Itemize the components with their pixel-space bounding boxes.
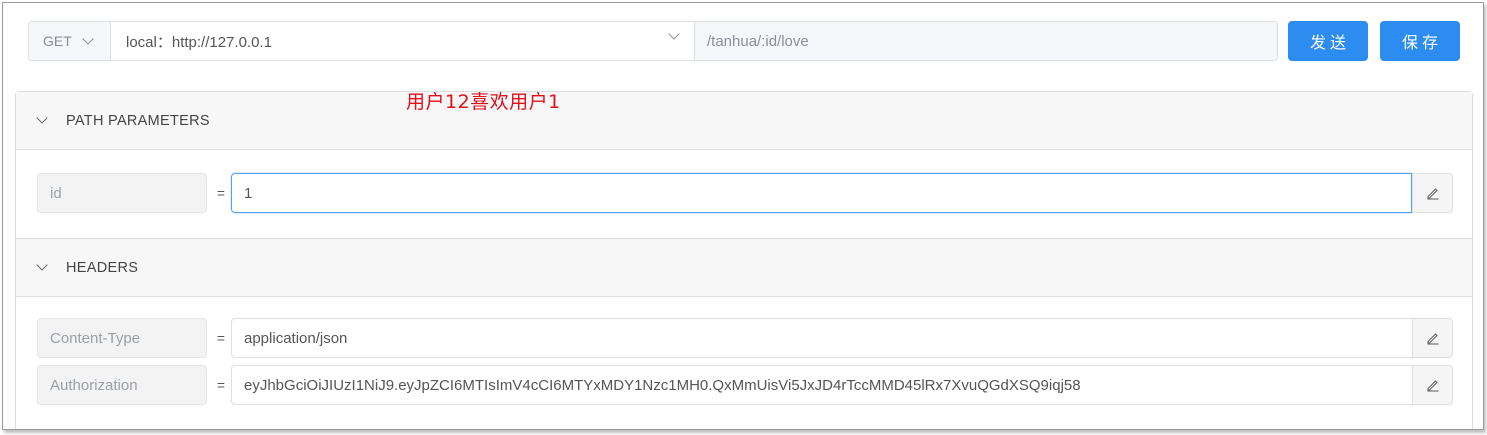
equals-sign: = bbox=[216, 330, 226, 346]
method-select[interactable]: GET bbox=[29, 22, 111, 60]
environment-label: local：http://127.0.0.1 bbox=[126, 33, 272, 51]
api-request-window: GET local：http://127.0.0.1 /tanhua/:id/l… bbox=[2, 2, 1484, 430]
url-bar: GET local：http://127.0.0.1 /tanhua/:id/l… bbox=[28, 21, 1278, 61]
path-parameters-header[interactable]: PATH PARAMETERS bbox=[16, 92, 1472, 150]
chevron-down-icon bbox=[36, 259, 48, 271]
header-row: Authorization = eyJhbGciOiJIUzI1NiJ9.eyJ… bbox=[37, 365, 1453, 405]
param-key-field[interactable]: id bbox=[37, 173, 207, 213]
path-input[interactable]: /tanhua/:id/love bbox=[695, 22, 1277, 60]
pencil-icon bbox=[1426, 380, 1438, 392]
save-button[interactable]: 保存 bbox=[1380, 21, 1460, 61]
param-value-input[interactable]: 1 bbox=[231, 173, 1412, 213]
chevron-down-icon bbox=[668, 28, 680, 40]
environment-select[interactable]: local：http://127.0.0.1 bbox=[111, 22, 695, 60]
panel-title: HEADERS bbox=[66, 259, 139, 276]
headers-header[interactable]: HEADERS bbox=[16, 239, 1472, 297]
chevron-down-icon bbox=[82, 33, 94, 45]
panel-title: PATH PARAMETERS bbox=[66, 112, 210, 129]
path-parameters-panel: PATH PARAMETERS id = 1 bbox=[15, 91, 1473, 239]
param-row: id = 1 bbox=[37, 173, 1453, 213]
pencil-icon bbox=[1426, 188, 1438, 200]
header-row: Content-Type = application/json bbox=[37, 318, 1453, 358]
headers-panel: HEADERS Content-Type = application/json … bbox=[15, 238, 1473, 429]
edit-button[interactable] bbox=[1412, 365, 1453, 405]
edit-button[interactable] bbox=[1412, 318, 1453, 358]
method-label: GET bbox=[43, 33, 72, 49]
edit-button[interactable] bbox=[1412, 173, 1453, 213]
header-value-input[interactable]: eyJhbGciOiJIUzI1NiJ9.eyJpZCI6MTIsImV4cCI… bbox=[231, 365, 1412, 405]
header-value-input[interactable]: application/json bbox=[231, 318, 1412, 358]
equals-sign: = bbox=[216, 185, 226, 201]
header-key-field[interactable]: Content-Type bbox=[37, 318, 207, 358]
equals-sign: = bbox=[216, 377, 226, 393]
pencil-icon bbox=[1426, 333, 1438, 345]
chevron-down-icon bbox=[36, 112, 48, 124]
send-button[interactable]: 发送 bbox=[1288, 21, 1368, 61]
annotation-text: 用户12喜欢用户1 bbox=[406, 91, 561, 113]
header-key-field[interactable]: Authorization bbox=[37, 365, 207, 405]
